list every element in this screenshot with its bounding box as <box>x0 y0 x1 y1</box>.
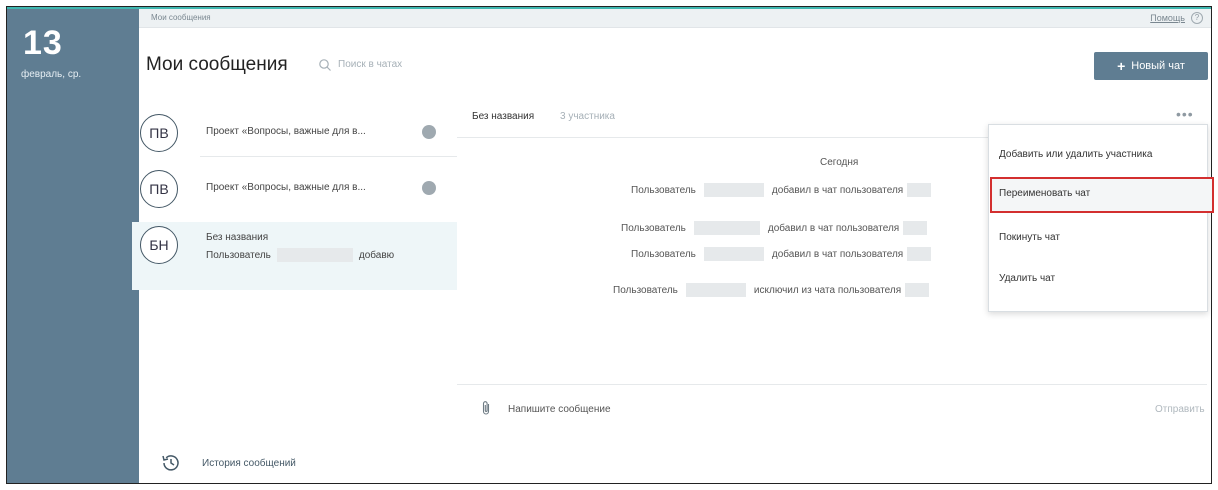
message-text: Пользователь <box>621 222 686 234</box>
top-strip: Мои сообщения Помощь ? <box>139 9 1211 28</box>
menu-item-manage-participants[interactable]: Добавить или удалить участника <box>999 149 1152 160</box>
blurred-name <box>907 183 932 197</box>
chat-preview: Пользователь добавю <box>206 248 394 262</box>
message-text: добавил в чат пользователя <box>771 248 904 260</box>
message-text: Пользователь <box>631 248 696 260</box>
system-message: Пользователь добавил в чат пользователя <box>621 221 928 235</box>
date-weekday: февраль, ср. <box>21 69 82 80</box>
chat-title: Проект «Вопросы, важные для в... <box>206 182 366 193</box>
history-label: История сообщений <box>202 457 296 469</box>
avatar: ПВ <box>140 170 178 208</box>
system-message: Пользователь исключил из чата пользовате… <box>613 283 930 297</box>
message-input[interactable]: Напишите сообщение <box>508 404 611 415</box>
search-input[interactable]: Поиск в чатах <box>338 59 402 70</box>
chat-list-item[interactable]: ПВ Проект «Вопросы, важные для в... <box>132 114 457 176</box>
preview-text: добавю <box>358 249 395 261</box>
unread-badge <box>422 125 436 139</box>
date-separator: Сегодня <box>820 157 859 168</box>
menu-item-rename-chat[interactable]: Переименовать чат <box>999 188 1090 199</box>
blurred-name <box>685 283 746 297</box>
more-options-icon[interactable]: ••• <box>1176 106 1194 122</box>
participants-count[interactable]: 3 участника <box>560 111 615 122</box>
message-text: исключил из чата пользователя <box>753 284 902 296</box>
blurred-name <box>903 221 928 235</box>
preview-text: Пользователь <box>206 249 271 261</box>
chat-options-menu: Добавить или удалить участника Переимено… <box>988 124 1214 312</box>
chat-list-item[interactable]: ПВ Проект «Вопросы, важные для в... <box>132 170 457 232</box>
blurred-name <box>276 248 353 262</box>
chat-title: Без названия <box>206 232 269 243</box>
blurred-name <box>693 221 760 235</box>
unread-badge <box>422 181 436 195</box>
history-link[interactable]: История сообщений <box>160 452 296 474</box>
new-chat-button[interactable]: + Новый чат <box>1094 52 1208 80</box>
avatar: БН <box>140 226 178 264</box>
message-text: Пользователь <box>631 184 696 196</box>
avatar: ПВ <box>140 114 178 152</box>
chat-title: Проект «Вопросы, важные для в... <box>206 126 366 137</box>
search-icon[interactable] <box>318 58 332 72</box>
plus-icon: + <box>1117 58 1126 74</box>
divider <box>457 384 1207 385</box>
message-text: добавил в чат пользователя <box>767 222 900 234</box>
chat-list-item-selected[interactable]: БН Без названия Пользователь добавю <box>132 226 457 288</box>
new-chat-label: Новый чат <box>1131 60 1185 72</box>
message-text: добавил в чат пользователя <box>771 184 904 196</box>
system-message: Пользователь добавил в чат пользователя <box>631 247 932 261</box>
menu-item-delete-chat[interactable]: Удалить чат <box>999 273 1055 284</box>
history-icon <box>162 455 179 471</box>
help-icon[interactable]: ? <box>1191 12 1203 24</box>
message-text: Пользователь <box>613 284 678 296</box>
blurred-name <box>907 247 932 261</box>
chat-divider <box>200 156 457 157</box>
date-panel: 13 февраль, ср. <box>7 9 139 483</box>
blurred-name <box>703 247 764 261</box>
attach-icon[interactable] <box>480 400 492 416</box>
help-link[interactable]: Помощь <box>1150 13 1185 23</box>
breadcrumb[interactable]: Мои сообщения <box>151 13 211 22</box>
blurred-name <box>905 283 930 297</box>
conversation-name: Без названия <box>472 111 535 122</box>
blurred-name <box>703 183 764 197</box>
menu-item-leave-chat[interactable]: Покинуть чат <box>999 232 1060 243</box>
send-button[interactable]: Отправить <box>1155 404 1205 415</box>
date-day: 13 <box>23 24 63 62</box>
page-title: Мои сообщения <box>146 54 288 75</box>
system-message: Пользователь добавил в чат пользователя <box>631 183 932 197</box>
